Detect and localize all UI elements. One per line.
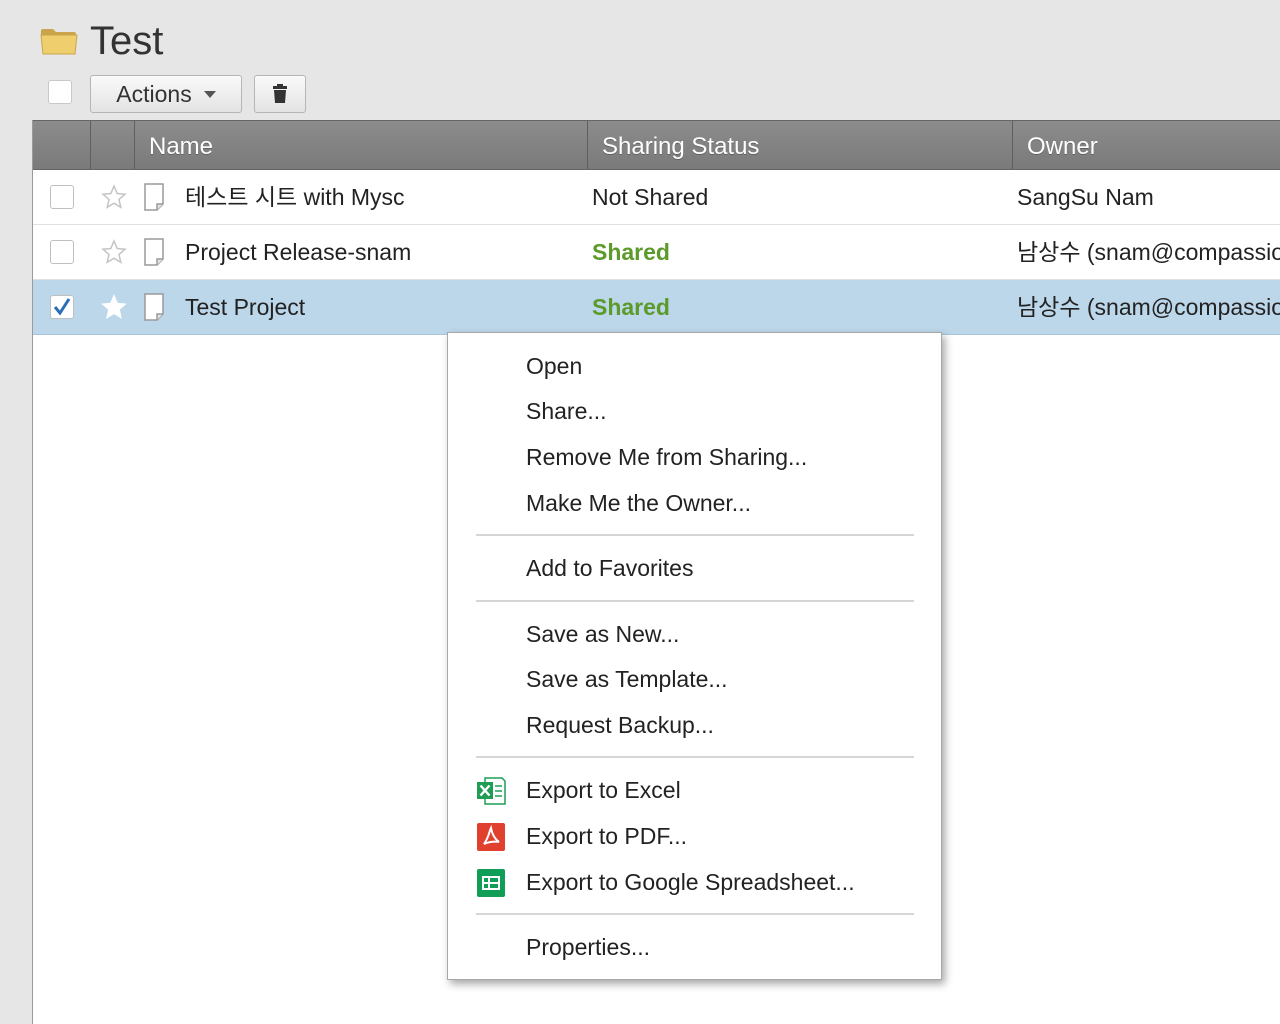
menu-item-label: Share...	[526, 398, 607, 424]
row-name[interactable]: Test Project	[185, 280, 585, 335]
menu-item-label: Save as Template...	[526, 666, 728, 692]
page-title: Test	[90, 19, 164, 63]
menu-item-properties[interactable]: Properties...	[448, 927, 941, 967]
actions-label: Actions	[116, 80, 192, 107]
menu-item-open[interactable]: Open	[448, 346, 941, 386]
menu-divider	[476, 913, 914, 915]
table-row[interactable]: 테스트 시트 with Mysc Not Shared SangSu Nam	[33, 170, 1280, 225]
google-sheets-icon	[477, 869, 505, 897]
menu-item-label: Export to Excel	[526, 777, 681, 803]
menu-item-share[interactable]: Share...	[448, 391, 941, 431]
folder-icon	[40, 29, 78, 55]
row-owner: SangSu Nam	[1017, 184, 1154, 210]
star-icon[interactable]	[101, 184, 127, 210]
menu-item-label: Add to Favorites	[526, 555, 694, 581]
caret-down-icon	[203, 90, 216, 98]
page: Test Actions Name Sharing Status Owner 테…	[0, 0, 1280, 1024]
menu-item-make-me-owner[interactable]: Make Me the Owner...	[448, 483, 941, 523]
menu-item-request-backup[interactable]: Request Backup...	[448, 705, 941, 745]
menu-item-export-to-excel[interactable]: Export to Excel	[448, 770, 941, 810]
context-menu: Open Share... Remove Me from Sharing... …	[447, 332, 942, 980]
column-header-owner[interactable]: Owner	[1013, 121, 1280, 169]
menu-item-label: Properties...	[526, 934, 650, 960]
actions-button[interactable]: Actions	[90, 75, 242, 113]
row-sharing-status: Not Shared	[592, 184, 709, 210]
trash-icon	[273, 84, 287, 103]
row-checkbox[interactable]	[50, 185, 74, 209]
menu-item-export-to-google-spreadsheet[interactable]: Export to Google Spreadsheet...	[448, 862, 941, 902]
row-checkbox[interactable]	[50, 240, 74, 264]
column-header-name[interactable]: Name	[135, 121, 588, 169]
row-checkbox-checked[interactable]	[50, 295, 74, 319]
table-row-selected[interactable]: Test Project Shared 남상수 (snam@compassio	[33, 280, 1280, 335]
delete-button[interactable]	[254, 75, 306, 113]
menu-item-save-as-new[interactable]: Save as New...	[448, 614, 941, 654]
row-owner: 남상수 (snam@compassio	[1017, 294, 1280, 320]
star-icon[interactable]	[101, 239, 127, 265]
menu-divider	[476, 756, 914, 758]
star-icon[interactable]	[101, 294, 127, 320]
sheet-icon	[144, 183, 164, 211]
row-sharing-status: Shared	[592, 239, 670, 265]
menu-item-label: Open	[526, 353, 583, 379]
page-header: Test	[40, 18, 163, 64]
select-all-checkbox[interactable]	[48, 80, 72, 104]
row-sharing-status: Shared	[592, 294, 670, 320]
header-icon-col	[91, 121, 135, 169]
menu-item-save-as-template[interactable]: Save as Template...	[448, 659, 941, 699]
menu-item-label: Make Me the Owner...	[526, 490, 751, 516]
menu-item-export-to-pdf[interactable]: Export to PDF...	[448, 816, 941, 856]
menu-item-add-to-favorites[interactable]: Add to Favorites	[448, 548, 941, 588]
row-owner: 남상수 (snam@compassio	[1017, 239, 1280, 265]
menu-item-label: Export to PDF...	[526, 823, 688, 849]
pdf-icon	[477, 823, 505, 851]
table-row[interactable]: Project Release-snam Shared 남상수 (snam@co…	[33, 225, 1280, 280]
menu-item-label: Request Backup...	[526, 712, 714, 738]
column-header-sharing-status[interactable]: Sharing Status	[588, 121, 1013, 169]
grid-header: Name Sharing Status Owner	[33, 120, 1280, 170]
checkmark-icon	[53, 298, 71, 316]
header-checkbox-col	[33, 121, 91, 169]
sheet-icon	[144, 293, 164, 321]
menu-divider	[476, 600, 914, 602]
menu-divider	[476, 534, 914, 536]
row-name[interactable]: Project Release-snam	[185, 225, 585, 280]
sheet-icon	[144, 238, 164, 266]
excel-icon	[477, 777, 506, 805]
menu-item-label: Export to Google Spreadsheet...	[526, 869, 855, 895]
menu-item-label: Save as New...	[526, 621, 680, 647]
row-name[interactable]: 테스트 시트 with Mysc	[185, 170, 585, 225]
menu-item-remove-me-from-sharing[interactable]: Remove Me from Sharing...	[448, 437, 941, 477]
menu-item-label: Remove Me from Sharing...	[526, 444, 808, 470]
